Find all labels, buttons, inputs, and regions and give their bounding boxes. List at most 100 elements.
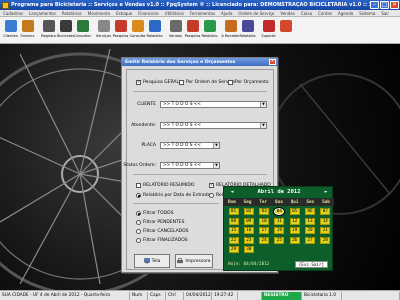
calendar-day[interactable]: 01 bbox=[228, 208, 239, 215]
menu-item[interactable]: Ordem de Serviço bbox=[238, 11, 274, 16]
filter-cancelled-radio[interactable] bbox=[136, 229, 141, 234]
toolbar-button[interactable]: Consultar bbox=[74, 17, 91, 43]
menu-item[interactable]: Sistema bbox=[359, 11, 375, 16]
search-general-option[interactable]: ✓ Pesquisa GERAL bbox=[136, 80, 179, 85]
toolbar-button[interactable]: Serviços bbox=[95, 17, 112, 43]
chevron-down-icon[interactable]: ▼ bbox=[260, 102, 266, 107]
calendar-day[interactable]: 27 bbox=[305, 236, 315, 244]
calendar-day[interactable]: 25 bbox=[274, 236, 285, 244]
toolbar-button[interactable]: Clientes bbox=[2, 17, 19, 43]
toolbar-button[interactable]: A Receber bbox=[221, 17, 240, 43]
calendar-day-today[interactable]: 04 bbox=[274, 208, 285, 215]
search-general-checkbox[interactable]: ✓ bbox=[136, 80, 141, 85]
toolbar-button[interactable]: Pesquisa bbox=[184, 17, 201, 43]
calendar-day[interactable]: 22 bbox=[228, 236, 239, 244]
menu-item[interactable]: Agenda bbox=[338, 11, 353, 16]
plate-select[interactable]: >> T O D O S << ▼ bbox=[160, 142, 220, 149]
search-by-quote-checkbox[interactable] bbox=[228, 80, 233, 85]
menu-item[interactable]: Sair bbox=[381, 11, 389, 16]
calendar-day[interactable]: 10 bbox=[259, 217, 270, 225]
filter-all-radio[interactable] bbox=[136, 211, 141, 216]
search-by-order-checkbox[interactable] bbox=[179, 80, 184, 85]
calendar-day[interactable]: 14 bbox=[320, 217, 331, 225]
calendar-day[interactable]: 17 bbox=[259, 227, 270, 234]
calendar-day[interactable]: 16 bbox=[243, 227, 254, 234]
menu-item[interactable]: Financeiro bbox=[138, 11, 158, 16]
calendar-day[interactable]: 18 bbox=[274, 227, 285, 234]
calendar-day[interactable]: 03 bbox=[259, 208, 270, 215]
chevron-down-icon[interactable]: ▼ bbox=[260, 123, 266, 128]
menu-item[interactable]: Relatórios bbox=[62, 11, 82, 16]
calendar-day[interactable]: 29 bbox=[228, 246, 239, 253]
filter-finished-option[interactable]: Filtrar FINALIZADOS bbox=[136, 238, 188, 243]
report-summary-checkbox[interactable] bbox=[136, 183, 141, 188]
search-by-quote-option[interactable]: Por Orçamento bbox=[228, 80, 269, 85]
calendar-day[interactable]: 06 bbox=[305, 208, 315, 215]
calendar-exit-button[interactable]: [Esc-Sair] bbox=[294, 261, 328, 268]
filter-pending-radio[interactable] bbox=[136, 220, 141, 225]
calendar-day[interactable]: 11 bbox=[274, 217, 285, 225]
minimize-button[interactable]: – bbox=[370, 1, 379, 9]
toolbar-button[interactable]: Relatório bbox=[201, 17, 218, 43]
menu-item[interactable]: Utilitários bbox=[165, 11, 184, 16]
calendar-day[interactable]: 15 bbox=[228, 227, 239, 234]
dialog-close-button[interactable]: x bbox=[269, 59, 276, 65]
calendar-day[interactable]: 08 bbox=[228, 217, 239, 225]
toolbar-button[interactable]: Suporte bbox=[260, 17, 277, 43]
calendar-day[interactable]: 07 bbox=[320, 208, 331, 215]
filter-pending-option[interactable]: Filtrar PENDENTES bbox=[136, 220, 184, 225]
menu-item[interactable]: Cadastros bbox=[3, 11, 23, 16]
toolbar-button[interactable]: Consulta bbox=[129, 17, 146, 43]
screen-report-button[interactable]: Tela bbox=[134, 254, 170, 268]
calendar-day[interactable]: 24 bbox=[259, 236, 270, 244]
menu-item[interactable]: Contas bbox=[318, 11, 332, 16]
order-status-select[interactable]: >> T O D O S << ▼ bbox=[160, 162, 220, 169]
menu-item[interactable]: Lançamentos bbox=[29, 11, 56, 16]
report-summary-option[interactable]: RELATÓRIO RESUMIDO bbox=[136, 183, 194, 188]
menu-item[interactable]: Ferramentas bbox=[190, 11, 215, 16]
prev-month-icon[interactable]: ◄ bbox=[228, 189, 236, 196]
maximize-button[interactable]: □ bbox=[380, 1, 389, 9]
toolbar-button[interactable]: Pesquisa bbox=[112, 17, 129, 43]
menu-item[interactable]: Estoque bbox=[116, 11, 132, 16]
toolbar-button[interactable] bbox=[277, 17, 294, 43]
toolbar-button[interactable]: Fornecs bbox=[19, 17, 36, 43]
close-button[interactable]: × bbox=[390, 1, 399, 9]
status-caps: Caps bbox=[148, 291, 166, 300]
calendar-day[interactable]: 19 bbox=[289, 227, 300, 234]
calendar-day[interactable]: 20 bbox=[305, 227, 315, 234]
calendar-day[interactable]: 23 bbox=[243, 236, 254, 244]
menu-item[interactable]: Movimento bbox=[88, 11, 110, 16]
toolbar-button[interactable]: Relatório bbox=[146, 17, 163, 43]
chevron-down-icon[interactable]: ▼ bbox=[213, 163, 219, 168]
order-other-radio[interactable] bbox=[209, 193, 214, 198]
next-month-icon[interactable]: ► bbox=[322, 189, 330, 196]
print-report-button[interactable]: Impressora bbox=[175, 254, 213, 268]
calendar-day[interactable]: 21 bbox=[320, 227, 331, 234]
calendar-day[interactable]: 09 bbox=[243, 217, 254, 225]
calendar-day[interactable]: 13 bbox=[305, 217, 315, 225]
calendar-day[interactable]: 12 bbox=[289, 217, 300, 225]
order-by-entry-radio[interactable] bbox=[136, 193, 141, 198]
search-by-order-option[interactable]: Por Ordem de Serviço bbox=[179, 80, 235, 85]
menu-item[interactable]: Vendas bbox=[280, 11, 295, 16]
attendant-select[interactable]: >> T O D O S << ▼ bbox=[160, 122, 267, 129]
toolbar-button[interactable]: Relatório bbox=[239, 17, 256, 43]
calendar-day[interactable]: 30 bbox=[243, 246, 254, 253]
toolbar-button[interactable]: Registro bbox=[40, 17, 57, 43]
menu-item[interactable]: Caixa bbox=[301, 11, 312, 16]
menu-item[interactable]: Ajuda bbox=[221, 11, 232, 16]
filter-finished-radio[interactable] bbox=[136, 238, 141, 243]
calendar-day[interactable]: 28 bbox=[320, 236, 331, 244]
client-select[interactable]: >> T O D O S << ▼ bbox=[160, 101, 267, 108]
toolbar-button[interactable]: Bicicletas bbox=[57, 17, 74, 43]
order-by-entry-option[interactable]: Relatório por Data de Entrada bbox=[136, 193, 210, 198]
calendar-day[interactable]: 05 bbox=[289, 208, 300, 215]
report-detailed-checkbox[interactable]: ✓ bbox=[209, 183, 214, 188]
filter-all-option[interactable]: Filtrar TODOS bbox=[136, 211, 174, 216]
filter-cancelled-option[interactable]: Filtrar CANCELADOS bbox=[136, 229, 189, 234]
toolbar-button[interactable]: Vendas bbox=[167, 17, 184, 43]
calendar-day[interactable]: 02 bbox=[243, 208, 254, 215]
calendar-day[interactable]: 26 bbox=[289, 236, 300, 244]
chevron-down-icon[interactable]: ▼ bbox=[213, 143, 219, 148]
